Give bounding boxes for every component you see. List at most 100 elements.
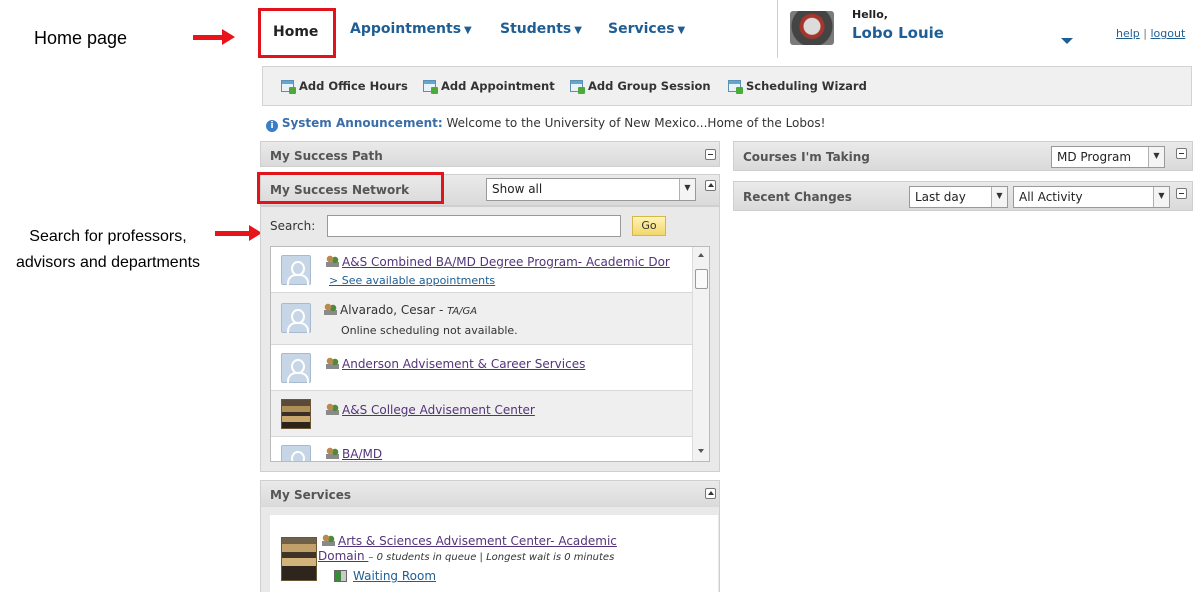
greeting: Hello, — [852, 8, 888, 21]
see-appointments-link[interactable]: > See available appointments — [329, 274, 495, 287]
activity-select[interactable]: All Activity ▼ — [1013, 186, 1170, 208]
add-appointment-button[interactable]: Add Appointment — [423, 79, 555, 94]
search-input[interactable] — [327, 215, 621, 237]
system-announcement: i System Announcement: Welcome to the Un… — [266, 116, 825, 132]
link-separator: | — [1143, 27, 1147, 40]
list-item[interactable]: BA/MD — [271, 437, 692, 461]
calendar-wizard-icon — [728, 80, 743, 94]
avatar — [790, 11, 834, 45]
list-item-title: Alvarado, Cesar - TA/GA — [324, 303, 477, 317]
period-value: Last day — [915, 190, 966, 204]
nav-home-tab[interactable]: Home — [258, 8, 336, 58]
scroll-down-icon[interactable] — [698, 449, 704, 453]
service-queue-info: – 0 students in queue | Longest wait is … — [368, 552, 615, 563]
program-select[interactable]: MD Program ▼ — [1051, 146, 1165, 168]
expand-icon[interactable] — [1176, 188, 1187, 199]
collapse-icon[interactable] — [705, 488, 716, 499]
nav-services[interactable]: Services ▼ — [608, 21, 685, 37]
person-placeholder-icon — [281, 445, 311, 461]
calendar-add-icon — [281, 80, 296, 94]
person-placeholder-icon — [281, 303, 311, 333]
service-link[interactable]: Arts & Sciences Advisement Center- Acade… — [322, 534, 617, 548]
list-item-title: A&S Combined BA/MD Degree Program- Acade… — [326, 255, 670, 269]
list-item-link[interactable]: BA/MD — [342, 447, 382, 461]
list-scrollbar[interactable] — [692, 247, 709, 461]
success-path-panel-header[interactable]: My Success Path — [260, 141, 720, 167]
list-item[interactable]: A&S Combined BA/MD Degree Program- Acade… — [271, 247, 692, 293]
service-name-line2[interactable]: Domain — [318, 549, 368, 563]
user-menu-caret-icon[interactable] — [1061, 38, 1073, 44]
list-item[interactable]: A&S College Advisement Center — [271, 391, 692, 437]
group-icon — [322, 534, 335, 546]
list-item[interactable]: Alvarado, Cesar - TA/GA Online schedulin… — [271, 293, 692, 345]
chevron-down-icon: ▼ — [991, 187, 1007, 207]
list-item-link[interactable]: A&S College Advisement Center — [342, 403, 535, 417]
courses-panel-header: Courses I'm Taking MD Program ▼ — [733, 141, 1193, 171]
waiting-room-icon — [334, 570, 347, 582]
group-icon — [326, 447, 339, 459]
recent-changes-title: Recent Changes — [743, 190, 852, 204]
list-item-status: Online scheduling not available. — [341, 324, 518, 337]
list-item-link[interactable]: A&S Combined BA/MD Degree Program- Acade… — [342, 255, 670, 269]
group-icon — [326, 357, 339, 369]
scheduling-wizard-label: Scheduling Wizard — [746, 79, 867, 93]
activity-value: All Activity — [1019, 190, 1083, 204]
service-name-line1: Arts & Sciences Advisement Center- Acade… — [338, 534, 617, 548]
nav-appointments[interactable]: Appointments ▼ — [350, 21, 472, 37]
add-office-hours-button[interactable]: Add Office Hours — [281, 79, 408, 94]
home-page-annotation: Home page — [34, 28, 128, 48]
top-navigation: Home Appointments ▼ Students ▼ Services ▼ H… — [258, 0, 1197, 58]
list-item-title: Anderson Advisement & Career Services — [326, 357, 585, 371]
calendar-add-icon — [570, 80, 585, 94]
top-links: help | logout — [1116, 27, 1185, 40]
add-group-session-label: Add Group Session — [588, 79, 711, 93]
network-filter-value: Show all — [492, 182, 543, 196]
nav-students-label: Students — [500, 21, 572, 37]
person-placeholder-icon — [281, 353, 311, 383]
chevron-down-icon: ▼ — [677, 25, 686, 36]
scheduling-wizard-button[interactable]: Scheduling Wizard — [728, 79, 867, 94]
nav-students[interactable]: Students ▼ — [500, 21, 582, 37]
logout-link[interactable]: logout — [1151, 27, 1186, 40]
list-item[interactable]: Anderson Advisement & Career Services — [271, 345, 692, 391]
services-panel-header: My Services — [260, 480, 720, 508]
nav-services-label: Services — [608, 21, 675, 37]
list-item-title: A&S College Advisement Center — [326, 403, 535, 417]
add-appointment-label: Add Appointment — [441, 79, 555, 93]
action-toolbar: Add Office Hours Add Appointment Add Gro… — [262, 66, 1192, 106]
network-filter-select[interactable]: Show all ▼ — [486, 178, 696, 201]
success-network-highlight — [257, 172, 444, 204]
nav-divider — [777, 0, 778, 58]
courses-title: Courses I'm Taking — [743, 150, 870, 164]
scroll-up-icon[interactable] — [698, 253, 704, 257]
search-annotation: Search for professors, advisors and depa… — [15, 228, 201, 271]
chevron-down-icon: ▼ — [464, 25, 472, 36]
success-path-title: My Success Path — [270, 149, 383, 163]
chevron-down-icon: ▼ — [679, 179, 695, 200]
chevron-down-icon: ▼ — [1153, 187, 1169, 207]
services-title: My Services — [270, 488, 351, 502]
scroll-thumb[interactable] — [695, 269, 708, 289]
add-office-hours-label: Add Office Hours — [299, 79, 408, 93]
group-icon — [326, 255, 339, 267]
collapse-icon[interactable] — [705, 180, 716, 191]
expand-icon[interactable] — [705, 149, 716, 160]
list-item-role: TA/GA — [447, 306, 478, 317]
list-item-title: BA/MD — [326, 447, 382, 461]
go-button[interactable]: Go — [632, 216, 666, 236]
success-network-list: A&S Combined BA/MD Degree Program- Acade… — [270, 246, 710, 462]
help-link[interactable]: help — [1116, 27, 1140, 40]
group-icon — [326, 403, 339, 415]
list-item-name: Alvarado, Cesar - — [340, 303, 448, 317]
add-group-session-button[interactable]: Add Group Session — [570, 79, 711, 94]
chevron-down-icon: ▼ — [574, 25, 582, 36]
program-value: MD Program — [1057, 150, 1132, 164]
expand-icon[interactable] — [1176, 148, 1187, 159]
service-building-photo — [281, 537, 317, 581]
list-item-link[interactable]: Anderson Advisement & Career Services — [342, 357, 585, 371]
search-label: Search: — [270, 219, 316, 233]
info-icon: i — [266, 120, 278, 132]
user-name[interactable]: Lobo Louie — [852, 24, 944, 42]
period-select[interactable]: Last day ▼ — [909, 186, 1008, 208]
waiting-room-link[interactable]: Waiting Room — [353, 569, 436, 583]
